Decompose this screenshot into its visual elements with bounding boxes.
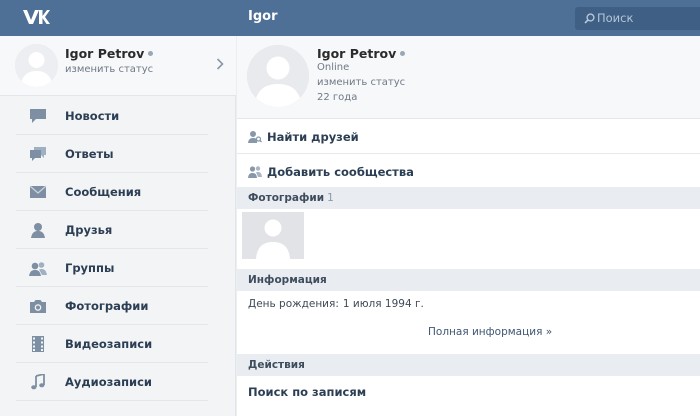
sidebar-item-label: Ответы	[65, 147, 114, 161]
profile-name: Igor Petrov	[317, 46, 406, 61]
photo-thumbnail[interactable]	[242, 212, 304, 259]
full-info-link[interactable]: Полная информация »	[428, 326, 552, 338]
news-icon	[30, 109, 46, 123]
sidebar-user-status[interactable]: изменить статус	[65, 64, 153, 75]
find-friends-icon	[248, 131, 262, 143]
profile-main: Igor Petrov Online изменить статус 22 го…	[237, 36, 700, 416]
sidebar-item-news[interactable]: Новости	[0, 97, 236, 135]
replies-icon	[30, 147, 46, 161]
sidebar-user-card[interactable]: Igor Petrov изменить статус	[0, 36, 236, 96]
sidebar-item-label: Группы	[65, 261, 115, 275]
search-placeholder: Поиск	[597, 11, 634, 25]
actions-section-title: Действия	[248, 359, 305, 371]
online-status: Online	[317, 62, 350, 73]
info-section-header: Информация	[237, 269, 700, 291]
birthday-row: День рождения: 1 июля 1994 г.	[248, 298, 424, 310]
sidebar-item-messages[interactable]: Сообщения	[0, 173, 236, 211]
photos-section-title: Фотографии 1	[248, 192, 334, 204]
photos-section-header[interactable]: Фотографии 1	[237, 187, 700, 209]
groups-icon	[29, 262, 47, 276]
search-input[interactable]: Поиск	[575, 7, 700, 30]
chevron-right-icon[interactable]	[216, 58, 224, 70]
profile-header: Igor Petrov Online изменить статус 22 го…	[237, 36, 700, 119]
find-friends-button[interactable]: Найти друзей	[237, 119, 700, 154]
search-icon	[584, 13, 595, 24]
birthday-value: 1 июля 1994 г.	[342, 298, 424, 310]
camera-icon	[30, 300, 46, 313]
music-icon	[31, 374, 45, 390]
avatar[interactable]	[15, 44, 58, 87]
online-indicator-icon	[148, 51, 154, 56]
profile-avatar[interactable]	[247, 45, 309, 107]
friends-icon	[31, 223, 45, 238]
add-communities-button[interactable]: Добавить сообщества	[237, 154, 700, 189]
page-title: Igor	[248, 9, 278, 24]
online-indicator-icon	[400, 51, 406, 56]
sidebar-item-groups[interactable]: Группы	[0, 249, 236, 287]
sidebar-item-label: Сообщения	[65, 185, 142, 199]
communities-icon	[248, 166, 262, 178]
divider	[16, 400, 208, 401]
top-bar: Igor Поиск	[0, 0, 700, 36]
add-communities-label: Добавить сообщества	[267, 165, 414, 179]
sidebar-user-name[interactable]: Igor Petrov	[65, 46, 154, 61]
vk-logo-icon[interactable]	[22, 8, 50, 28]
birthday-label: День рождения:	[248, 298, 339, 310]
find-friends-label: Найти друзей	[267, 130, 359, 144]
search-posts-link[interactable]: Поиск по записям	[248, 385, 366, 399]
sidebar-item-audio[interactable]: Аудиозаписи	[0, 363, 236, 401]
sidebar-item-videos[interactable]: Видеозаписи	[0, 325, 236, 363]
info-section-title: Информация	[248, 274, 327, 286]
sidebar-item-label: Видеозаписи	[65, 337, 153, 351]
profile-age: 22 года	[317, 92, 358, 103]
sidebar-item-photos[interactable]: Фотографии	[0, 287, 236, 325]
sidebar: Igor Petrov изменить статус Новости Отве…	[0, 36, 236, 416]
sidebar-item-label: Друзья	[65, 223, 113, 237]
sidebar-item-label: Аудиозаписи	[65, 375, 152, 389]
change-status-link[interactable]: изменить статус	[317, 77, 405, 88]
sidebar-item-friends[interactable]: Друзья	[0, 211, 236, 249]
sidebar-item-label: Фотографии	[65, 299, 149, 313]
sidebar-item-replies[interactable]: Ответы	[0, 135, 236, 173]
messages-icon	[29, 185, 47, 198]
actions-section-header: Действия	[237, 354, 700, 376]
video-icon	[32, 336, 44, 352]
photos-count: 1	[327, 192, 334, 204]
sidebar-item-label: Новости	[65, 109, 120, 123]
